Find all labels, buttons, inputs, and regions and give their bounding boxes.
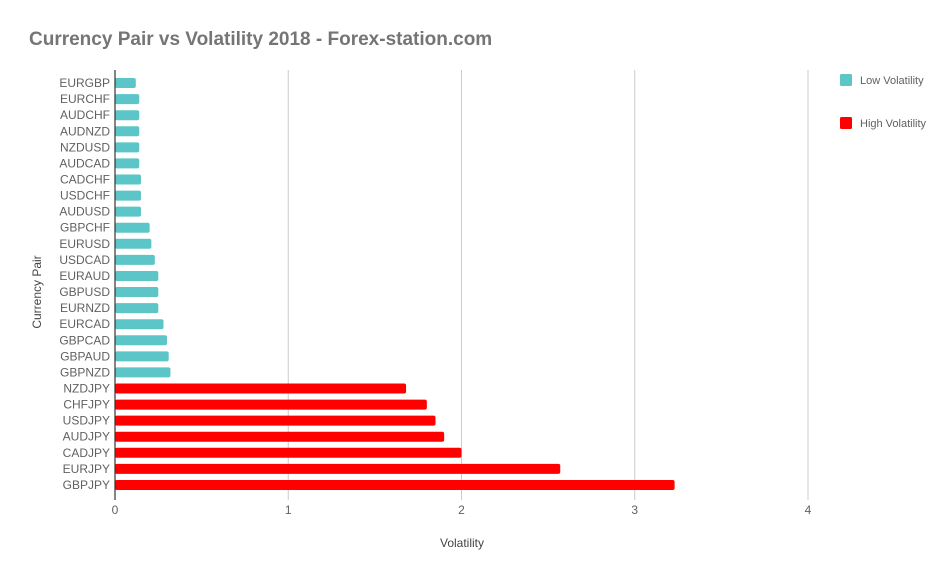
y-tick-label: EURUSD — [59, 237, 110, 251]
bar-cadjpy — [115, 447, 462, 458]
y-tick-label: CADJPY — [63, 446, 110, 460]
y-tick-label: GBPUSD — [59, 285, 110, 299]
legend-label: Low Volatility — [860, 75, 924, 87]
y-tick-label: EURJPY — [63, 462, 110, 476]
legend: Low Volatility High Volatility — [840, 74, 927, 130]
y-tick-label: AUDNZD — [60, 124, 110, 138]
y-tick-label: AUDUSD — [59, 205, 110, 219]
bar-gbpcad — [115, 335, 167, 346]
bar-audnzd — [115, 126, 140, 137]
x-tick-label: 1 — [285, 503, 292, 517]
bar-eurjpy — [115, 463, 561, 474]
y-axis-title: Currency Pair — [30, 255, 44, 328]
y-tick-label: EURCHF — [60, 92, 110, 106]
legend-swatch — [840, 117, 852, 129]
y-tick-label: AUDCHF — [60, 108, 110, 122]
bar-audusd — [115, 206, 141, 217]
y-tick-label: EURAUD — [59, 269, 110, 283]
bar-gbpjpy — [115, 479, 675, 490]
bar-audjpy — [115, 431, 445, 442]
bar-eurnzd — [115, 303, 159, 314]
bar-gbpnzd — [115, 367, 171, 378]
bar-eurchf — [115, 94, 140, 105]
y-tick-label: AUDJPY — [63, 430, 110, 444]
bar-gbpaud — [115, 351, 169, 362]
y-tick-label: CADCHF — [60, 173, 110, 187]
y-tick-label: GBPJPY — [63, 478, 110, 492]
y-tick-labels: EURGBP EURCHF AUDCHF AUDNZD NZDUSD AUDCAD CADC… — [59, 76, 110, 492]
bar-nzdusd — [115, 142, 140, 153]
x-tick-label: 3 — [631, 503, 638, 517]
y-tick-label: EURGBP — [59, 76, 110, 90]
y-tick-label: GBPCHF — [60, 221, 110, 235]
y-tick-label: AUDCAD — [59, 156, 110, 170]
y-tick-label: USDJPY — [63, 414, 110, 428]
bar-audchf — [115, 110, 140, 121]
y-tick-label: USDCAD — [59, 253, 110, 267]
bar-audcad — [115, 158, 140, 169]
chart-area: EURGBP EURCHF AUDCHF AUDNZD NZDUSD AUDCAD CADC… — [30, 70, 927, 550]
bar-gbpchf — [115, 222, 150, 233]
bar-gbpusd — [115, 287, 159, 298]
legend-swatch — [840, 74, 852, 86]
y-tick-label: NZDJPY — [63, 382, 110, 396]
legend-label: High Volatility — [860, 118, 927, 130]
y-tick-label: EURCAD — [59, 317, 110, 331]
y-tick-label: NZDUSD — [60, 140, 110, 154]
y-tick-label: CHFJPY — [63, 398, 110, 412]
bar-cadchf — [115, 174, 141, 185]
bar-usdjpy — [115, 415, 436, 426]
x-axis-title: Volatility — [440, 536, 484, 550]
x-tick-label: 0 — [112, 503, 119, 517]
bar-eurcad — [115, 319, 164, 330]
bar-chfjpy — [115, 399, 427, 410]
bars — [115, 78, 675, 490]
y-tick-label: GBPNZD — [60, 365, 110, 379]
y-tick-label: USDCHF — [60, 189, 110, 203]
y-tick-label: GBPAUD — [60, 349, 110, 363]
x-tick-label: 4 — [805, 503, 812, 517]
bar-euraud — [115, 270, 159, 281]
bar-usdcad — [115, 254, 155, 265]
y-tick-label: EURNZD — [60, 301, 110, 315]
y-tick-label: GBPCAD — [59, 333, 110, 347]
bar-eurusd — [115, 238, 152, 249]
bar-eurgbp — [115, 78, 136, 89]
bar-usdchf — [115, 190, 141, 201]
x-tick-labels: 0 1 2 3 4 — [112, 503, 812, 517]
bar-nzdjpy — [115, 383, 407, 394]
x-tick-label: 2 — [458, 503, 465, 517]
